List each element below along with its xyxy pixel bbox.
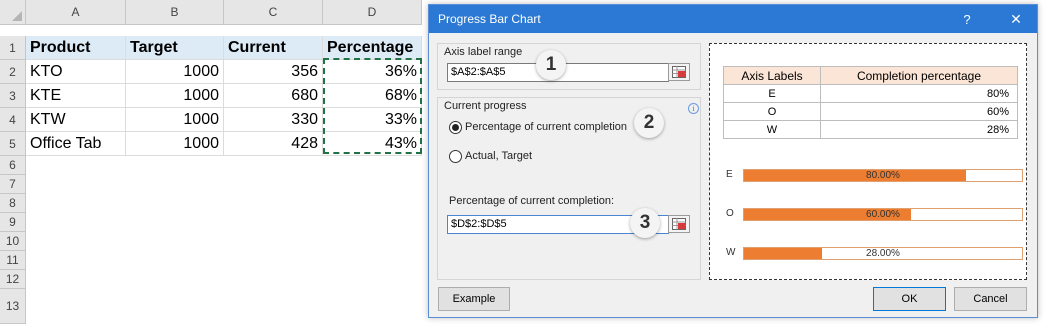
dialog-titlebar[interactable]: Progress Bar Chart ? ✕ (429, 5, 1037, 33)
header-cell-target[interactable]: Target (126, 36, 224, 60)
cell-current[interactable]: 680 (224, 84, 323, 108)
ok-button[interactable]: OK (873, 287, 946, 311)
range-select-icon[interactable] (668, 215, 690, 233)
bar-axis-label: W (726, 247, 736, 258)
cell-percentage[interactable]: 36% (323, 60, 422, 84)
axis-label-range-group: Axis label range $A$2:$A$5 (437, 43, 701, 90)
row-header[interactable]: 6 (0, 156, 26, 175)
cell-product[interactable]: KTW (26, 108, 126, 132)
radio-percentage-label[interactable]: Percentage of current completion (465, 121, 627, 133)
progress-bar-chart-dialog: Progress Bar Chart ? ✕ Axis label range … (428, 4, 1038, 318)
info-icon[interactable]: i (688, 103, 699, 114)
row-header[interactable]: 13 (0, 289, 26, 324)
column-header-d[interactable]: D (323, 0, 422, 25)
preview-table: Axis Labels Completion percentage E 80% … (723, 66, 1018, 139)
cell-current[interactable]: 356 (224, 60, 323, 84)
row-header[interactable]: 1 (0, 36, 26, 60)
preview-cell-value: 60% (820, 102, 1018, 121)
axis-label-range-label: Axis label range (444, 46, 523, 58)
row-header[interactable]: 5 (0, 132, 26, 156)
cell-target[interactable]: 1000 (126, 132, 224, 156)
cell-product[interactable]: KTO (26, 60, 126, 84)
progress-bar: 80.00% (743, 169, 1023, 182)
cell-target[interactable]: 1000 (126, 84, 224, 108)
select-all-corner[interactable] (0, 0, 26, 25)
close-icon[interactable]: ✕ (1001, 7, 1031, 31)
range-select-icon[interactable] (668, 63, 690, 81)
cancel-button[interactable]: Cancel (954, 287, 1027, 311)
current-progress-label: Current progress (444, 100, 527, 112)
chart-preview: Axis Labels Completion percentage E 80% … (709, 43, 1027, 280)
cell-percentage[interactable]: 68% (323, 84, 422, 108)
cell-percentage[interactable]: 43% (323, 132, 422, 156)
preview-cell-value: 80% (820, 84, 1018, 103)
row-header[interactable]: 7 (0, 175, 26, 194)
dialog-title: Progress Bar Chart (438, 12, 541, 26)
cell-current[interactable]: 428 (224, 132, 323, 156)
column-header-b[interactable]: B (126, 0, 224, 25)
preview-header-completion: Completion percentage (820, 66, 1018, 85)
preview-cell-label: E (723, 84, 821, 103)
row-header[interactable]: 4 (0, 108, 26, 132)
percentage-field-label: Percentage of current completion: (449, 195, 615, 207)
radio-percentage[interactable] (449, 121, 462, 134)
row-header[interactable]: 2 (0, 60, 26, 84)
cell-product[interactable]: KTE (26, 84, 126, 108)
row-header[interactable]: 9 (0, 213, 26, 232)
radio-actual-target[interactable] (449, 150, 462, 163)
row-header[interactable]: 11 (0, 251, 26, 270)
row-header[interactable]: 10 (0, 232, 26, 251)
bar-axis-label: O (726, 208, 734, 219)
row-header[interactable]: 12 (0, 270, 26, 289)
help-icon[interactable]: ? (954, 7, 980, 31)
example-button[interactable]: Example (438, 287, 510, 311)
header-cell-current[interactable]: Current (224, 36, 323, 60)
radio-actual-target-label[interactable]: Actual, Target (465, 150, 532, 162)
progress-bar: 60.00% (743, 208, 1023, 221)
progress-bar-text: 80.00% (866, 170, 900, 181)
step-badge-3: 3 (630, 208, 660, 238)
header-cell-product[interactable]: Product (26, 36, 126, 60)
header-cell-percentage[interactable]: Percentage (323, 36, 422, 60)
bar-axis-label: E (726, 169, 733, 180)
cell-target[interactable]: 1000 (126, 60, 224, 84)
column-header-a[interactable]: A (26, 0, 126, 25)
row-header[interactable]: 8 (0, 194, 26, 213)
progress-bar-text: 28.00% (866, 248, 900, 259)
cell-current[interactable]: 330 (224, 108, 323, 132)
cell-product[interactable]: Office Tab (26, 132, 126, 156)
preview-cell-label: W (723, 120, 821, 139)
preview-cell-label: O (723, 102, 821, 121)
column-header-c[interactable]: C (224, 0, 323, 25)
preview-cell-value: 28% (820, 120, 1018, 139)
row-header[interactable]: 3 (0, 84, 26, 108)
progress-bar-text: 60.00% (866, 209, 900, 220)
progress-bar: 28.00% (743, 247, 1023, 260)
step-badge-2: 2 (634, 108, 664, 138)
preview-header-axis-labels: Axis Labels (723, 66, 821, 85)
cell-percentage[interactable]: 33% (323, 108, 422, 132)
step-badge-1: 1 (536, 50, 566, 80)
cell-target[interactable]: 1000 (126, 108, 224, 132)
